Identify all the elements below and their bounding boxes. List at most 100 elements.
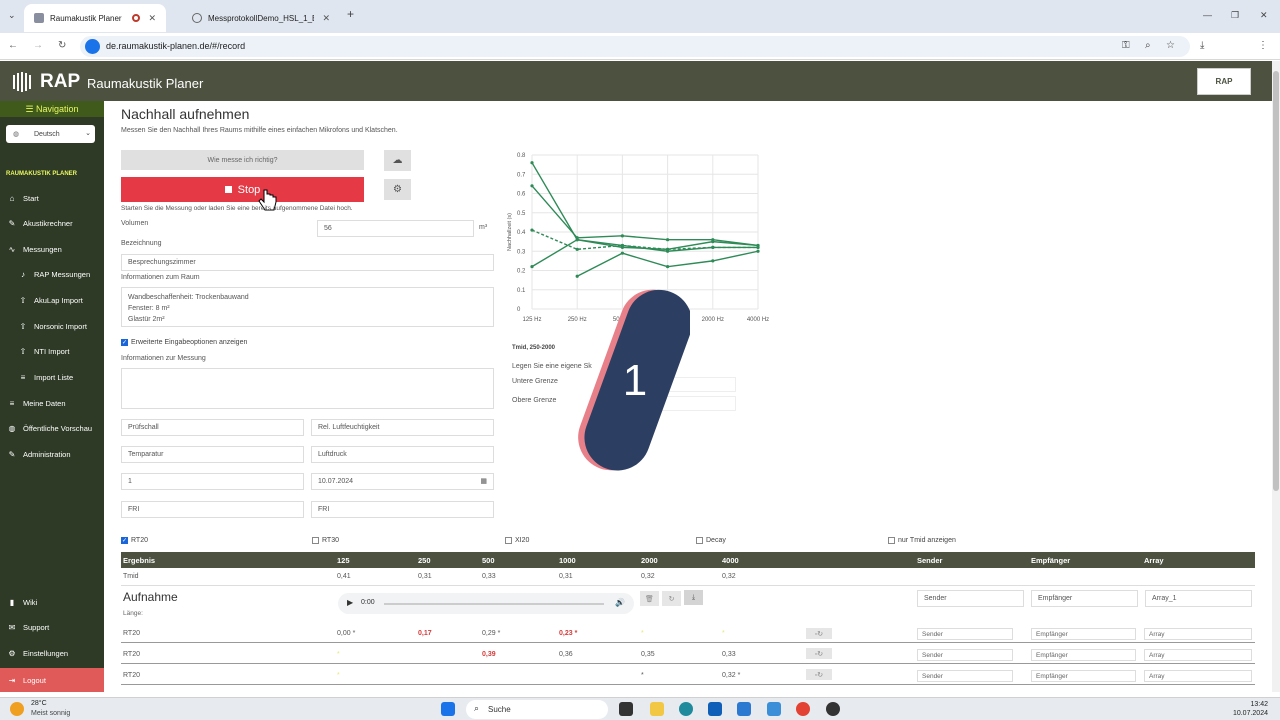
bookmark-star-icon[interactable]: ☆ xyxy=(1166,40,1175,51)
sidebar-item-support[interactable]: ✉ Support xyxy=(0,617,104,637)
fr1-input[interactable]: FRI xyxy=(121,501,304,518)
close-tab-icon[interactable]: ✕ xyxy=(322,13,330,24)
edge-icon[interactable] xyxy=(679,702,693,716)
chrome-icon[interactable] xyxy=(796,702,810,716)
sidebar-item-label: Logout xyxy=(23,675,46,685)
photos-icon[interactable] xyxy=(767,702,781,716)
howto-button[interactable]: Wie messe ich richtig? xyxy=(121,150,364,170)
windows-start-icon[interactable] xyxy=(441,702,455,716)
outlook-icon[interactable] xyxy=(708,702,722,716)
scrollbar-thumb[interactable] xyxy=(1273,71,1279,491)
close-window-icon[interactable]: ✕ xyxy=(1260,10,1268,21)
tab-raumakustik[interactable]: Raumakustik Planer ✕ xyxy=(24,4,166,32)
reload-recording-button[interactable]: ↻ xyxy=(662,591,681,606)
audio-player[interactable]: ▶ 0:00 🔊 xyxy=(338,593,634,614)
nummer-input[interactable]: 1 xyxy=(121,473,304,490)
bezeichnung-input[interactable]: Besprechungszimmer xyxy=(121,254,494,271)
page-scrollbar[interactable] xyxy=(1272,61,1280,692)
row-sender-input[interactable]: Sender xyxy=(917,649,1013,661)
data-point xyxy=(575,274,579,278)
sidebar-item-einstellungen[interactable]: ⚙ Einstellungen xyxy=(0,643,104,663)
sidebar-item-akustikrechner[interactable]: ✎ Akustikrechner xyxy=(0,213,104,233)
row-array-input[interactable]: Array xyxy=(1144,649,1252,661)
tab-list-icon[interactable]: ⌄ xyxy=(8,10,16,21)
row-actions[interactable]: ▫↻ xyxy=(806,669,832,680)
player-progress[interactable] xyxy=(384,603,604,605)
volume-input[interactable]: 56 xyxy=(317,220,474,237)
key-icon[interactable]: ⚿ xyxy=(1122,40,1130,51)
menu-dots-icon[interactable]: ⋮ xyxy=(1258,40,1268,51)
row-sender-input[interactable]: Sender xyxy=(917,670,1013,682)
fr2-input[interactable]: FRI xyxy=(311,501,494,518)
sidebar-item-start[interactable]: ⌂ Start xyxy=(0,188,104,208)
data-point xyxy=(756,249,760,253)
tab-messprotokoll[interactable]: MessprotokollDemo_HSL_1_Be ✕ xyxy=(182,4,340,32)
empfaenger-input[interactable]: Empfänger xyxy=(1031,590,1138,607)
sidebar-item-rap-messungen[interactable]: ♪ RAP Messungen xyxy=(0,264,104,284)
raum-info-textarea[interactable]: Wandbeschaffenheit: Trockenbauwand Fenst… xyxy=(121,287,494,327)
minimize-icon[interactable]: — xyxy=(1203,10,1212,20)
sidebar-item-label: Öffentliche Vorschau xyxy=(23,423,93,433)
sidebar-item-akulap-import[interactable]: ⇧ AkuLap Import xyxy=(0,290,104,310)
temperatur-input[interactable]: Temparatur xyxy=(121,446,304,463)
zoom-icon[interactable]: ⌕ xyxy=(1145,40,1151,51)
decay-checkbox[interactable]: Decay xyxy=(696,537,726,544)
sidebar-item-meine-daten[interactable]: ≡ Meine Daten xyxy=(0,393,104,413)
only-tmid-checkbox[interactable]: nur Tmid anzeigen xyxy=(888,537,956,544)
series-line xyxy=(531,162,759,251)
back-icon[interactable]: ← xyxy=(8,40,18,51)
row-empfaenger-input[interactable]: Empfänger xyxy=(1031,670,1136,682)
language-select[interactable]: ◍ Deutsch ⌄ xyxy=(6,125,95,143)
header-logo-badge[interactable]: RAP xyxy=(1197,68,1251,95)
search-label: Suche xyxy=(488,705,511,714)
row-actions[interactable]: ▫↻ xyxy=(806,628,832,639)
sidebar-item-oeffentliche-vorschau[interactable]: ◍ Öffentliche Vorschau xyxy=(0,418,104,438)
close-tab-icon[interactable]: ✕ xyxy=(148,13,156,24)
row-actions[interactable]: ▫↻ xyxy=(806,648,832,659)
taskbar-search[interactable]: ⌕ Suche xyxy=(466,700,608,719)
pruefschall-input[interactable]: Prüfschall xyxy=(121,419,304,436)
sender-input[interactable]: Sender xyxy=(917,590,1024,607)
messung-info-textarea[interactable] xyxy=(121,368,494,409)
task-view-icon[interactable] xyxy=(619,702,633,716)
row-empfaenger-input[interactable]: Empfänger xyxy=(1031,628,1136,640)
sidebar-item-messungen[interactable]: ∿ Messungen xyxy=(0,239,104,259)
datum-input[interactable]: 10.07.2024 ▦ xyxy=(311,473,494,490)
sidebar-item-nti-import[interactable]: ⇧ NTI Import xyxy=(0,341,104,361)
sidebar-item-logout[interactable]: ⇥ Logout xyxy=(0,668,104,692)
file-explorer-icon[interactable] xyxy=(650,702,664,716)
play-icon[interactable]: ▶ xyxy=(347,598,353,607)
sidebar-item-import-liste[interactable]: ≡ Import Liste xyxy=(0,367,104,387)
rt30-checkbox[interactable]: RT30 xyxy=(312,537,339,544)
array-input[interactable]: Array_1 xyxy=(1145,590,1252,607)
app-icon[interactable] xyxy=(737,702,751,716)
xi20-checkbox[interactable]: XI20 xyxy=(505,537,529,544)
stop-button[interactable]: Stop xyxy=(121,177,364,202)
sidebar-item-norsonic-import[interactable]: ⇧ Norsonic Import xyxy=(0,316,104,336)
luftfeuchtigkeit-input[interactable]: Rel. Luftfeuchtigkeit xyxy=(311,419,494,436)
row-sender-input[interactable]: Sender xyxy=(917,628,1013,640)
reload-icon[interactable]: ↻ xyxy=(58,40,66,51)
row-empfaenger-input[interactable]: Empfänger xyxy=(1031,649,1136,661)
settings-button[interactable]: ⚙ xyxy=(384,179,411,200)
row-array-input[interactable]: Array xyxy=(1144,628,1252,640)
row-array-input[interactable]: Array xyxy=(1144,670,1252,682)
extended-options-checkbox[interactable]: ✓ Erweiterte Eingabeoptionen anzeigen xyxy=(121,339,247,346)
download-icon[interactable]: ⤓ xyxy=(1200,40,1204,51)
upload-cloud-button[interactable]: ☁ xyxy=(384,150,411,171)
new-tab-icon[interactable]: + xyxy=(347,7,354,21)
table-cell: 0,23 * xyxy=(559,630,578,637)
forward-icon[interactable]: → xyxy=(33,40,43,51)
sidebar-item-wiki[interactable]: ▮ Wiki xyxy=(0,592,104,612)
download-recording-button[interactable]: ⤓ xyxy=(684,590,703,605)
luftdruck-input[interactable]: Luftdruck xyxy=(311,446,494,463)
calendar-icon: ▦ xyxy=(480,478,487,485)
site-info-icon[interactable] xyxy=(85,39,100,54)
rt20-checkbox[interactable]: ✓ RT20 xyxy=(121,537,148,544)
url-field[interactable]: de.raumakustik-planen.de/#/record xyxy=(80,36,1190,57)
delete-recording-button[interactable]: 🗑 xyxy=(640,591,659,606)
recorder-icon[interactable] xyxy=(826,702,840,716)
sidebar-item-administration[interactable]: ✎ Administration xyxy=(0,444,104,464)
maximize-icon[interactable]: ❐ xyxy=(1231,10,1239,21)
volume-icon[interactable]: 🔊 xyxy=(615,598,625,607)
